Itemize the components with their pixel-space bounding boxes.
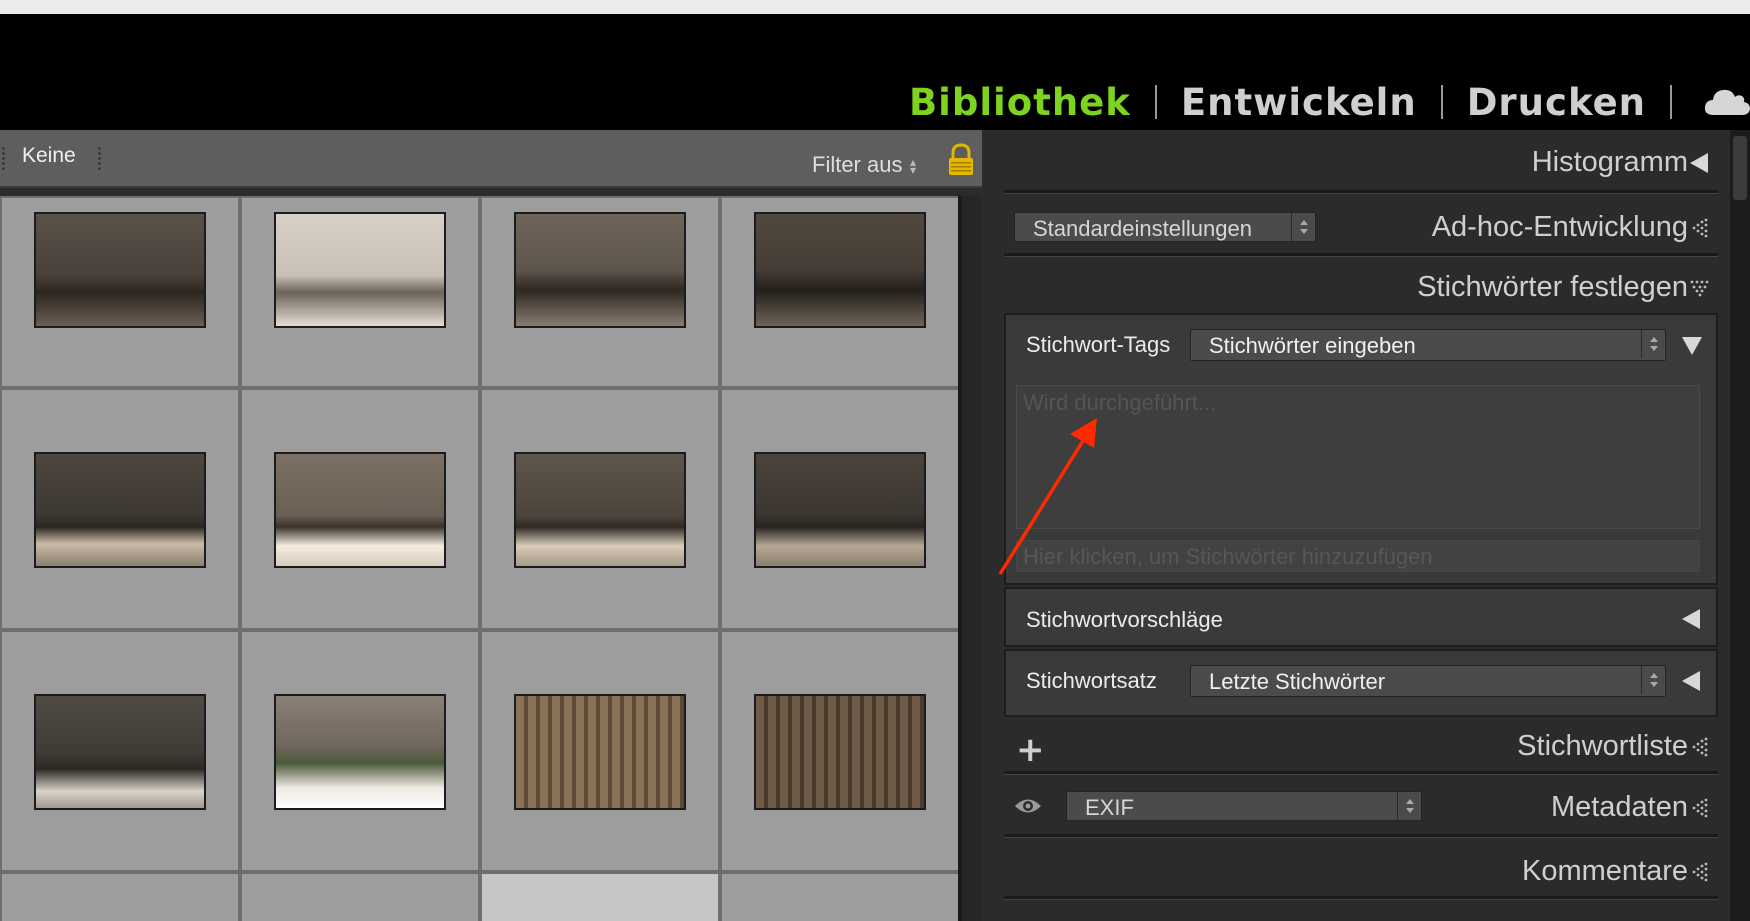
photo-thumbnail[interactable] [274,694,446,810]
add-keywords-placeholder: Hier klicken, um Stichwörter hinzuzufüge… [1023,544,1433,569]
photo-thumbnail[interactable] [34,212,206,328]
grid-cell[interactable] [720,872,960,921]
photo-thumbnail[interactable] [514,694,686,810]
photo-thumbnail[interactable] [514,452,686,568]
panel-divider [1004,253,1718,257]
panel-divider [1004,834,1718,838]
grid-cell[interactable] [240,630,480,872]
grid-cell[interactable] [240,872,480,921]
keyword-tags-value: Stichwörter eingeben [1209,333,1416,358]
grip-dots [2,146,5,172]
metadata-preset-select[interactable]: EXIF [1066,791,1422,821]
grid-cell[interactable] [0,872,240,921]
histogram-header[interactable]: Histogramm [1532,146,1688,179]
keyword-tags-label: Stichwort-Tags [1026,332,1171,357]
lightroom-window: Bibliothek Entwickeln Drucken Keine Filt… [0,0,1750,921]
keyword-set-value: Letzte Stichwörter [1209,669,1386,694]
module-develop[interactable]: Entwickeln [1181,81,1417,124]
panel-divider [1004,771,1718,775]
add-keywords-input[interactable]: Hier klicken, um Stichwörter hinzuzufüge… [1016,540,1700,572]
title-strip [0,0,1750,14]
collapse-triangle-icon[interactable] [1682,609,1700,629]
metadata-header[interactable]: Metadaten [1551,791,1688,824]
grip-dots [98,146,101,172]
photo-thumbnail[interactable] [754,694,926,810]
collapse-triangle-icon[interactable] [1682,671,1700,691]
photo-thumbnail[interactable] [754,452,926,568]
keyword-tags-select[interactable]: Stichwörter eingeben [1190,329,1666,361]
module-separator [1440,85,1443,119]
photo-thumbnail[interactable] [514,212,686,328]
grid-cell[interactable] [480,630,720,872]
keyword-set-label: Stichwortsatz [1026,668,1157,693]
photo-thumbnail[interactable] [274,212,446,328]
quick-develop-header[interactable]: Ad-hoc-Entwicklung [1432,211,1688,244]
filter-updown-icon[interactable]: ▴ ▾ [910,156,916,176]
grid-cell[interactable] [480,388,720,630]
eye-icon[interactable] [1013,795,1043,817]
module-separator [1154,85,1157,119]
photo-grid [0,196,960,921]
grid-cell[interactable] [720,630,960,872]
grid-cell[interactable] [720,196,960,388]
module-picker-bar: Bibliothek Entwickeln Drucken [0,14,1750,130]
dotted-triangle-icon[interactable] [1690,737,1710,757]
grid-cell[interactable] [720,388,960,630]
photo-thumbnail[interactable] [34,694,206,810]
comments-header[interactable]: Kommentare [1522,855,1688,888]
module-library[interactable]: Bibliothek [909,81,1131,124]
right-panel-scrollbar[interactable] [1730,130,1750,921]
module-picker: Bibliothek Entwickeln Drucken [909,72,1750,132]
right-panel-scroll-thumb[interactable] [1733,136,1747,200]
grid-cell[interactable] [240,388,480,630]
updown-icon [1397,792,1421,820]
panel-divider [1004,190,1718,194]
updown-icon [1641,330,1665,358]
photo-thumbnail[interactable] [34,452,206,568]
filter-preset-select[interactable]: Filter aus [812,152,902,178]
grid-cell[interactable] [0,388,240,630]
dotted-triangle-icon[interactable] [1690,218,1710,238]
updown-icon [1291,213,1315,241]
grid-cell[interactable] [480,196,720,388]
keyword-set-select[interactable]: Letzte Stichwörter [1190,665,1666,697]
photo-thumbnail[interactable] [754,212,926,328]
grid-cell[interactable] [0,630,240,872]
plus-icon[interactable]: + [1016,730,1045,770]
metadata-preset-value: EXIF [1085,795,1134,820]
dotted-triangle-icon[interactable] [1690,862,1710,882]
collapse-triangle-icon[interactable] [1690,153,1708,173]
updown-icon [1641,666,1665,694]
lock-icon[interactable] [946,143,976,177]
grid-cell[interactable] [240,196,480,388]
photo-thumbnail[interactable] [274,452,446,568]
panel-divider [1004,896,1718,900]
cloud-icon[interactable] [1704,87,1750,117]
collection-preset[interactable]: Keine [22,144,76,168]
keywords-textarea[interactable]: Wird durchgeführt... [1016,385,1700,529]
keywording-header[interactable]: Stichwörter festlegen [1417,271,1688,304]
quick-develop-preset-value: Standardeinstellungen [1033,216,1252,241]
dotted-expanded-triangle-icon[interactable] [1690,278,1710,298]
module-separator [1670,85,1672,119]
collapse-triangle-icon[interactable] [1682,337,1702,355]
grid-cell-selected[interactable] [480,872,720,921]
grid-scrollbar[interactable] [960,196,982,921]
module-print[interactable]: Drucken [1467,81,1646,124]
quick-develop-preset-select[interactable]: Standardeinstellungen [1014,212,1316,242]
keywords-textarea-placeholder: Wird durchgeführt... [1023,390,1217,415]
grid-scrollbar-edge [958,196,962,921]
dotted-triangle-icon[interactable] [1690,798,1710,818]
keyword-list-header[interactable]: Stichwortliste [1517,730,1688,763]
grid-cell[interactable] [0,196,240,388]
keyword-suggestions-label[interactable]: Stichwortvorschläge [1026,607,1223,633]
